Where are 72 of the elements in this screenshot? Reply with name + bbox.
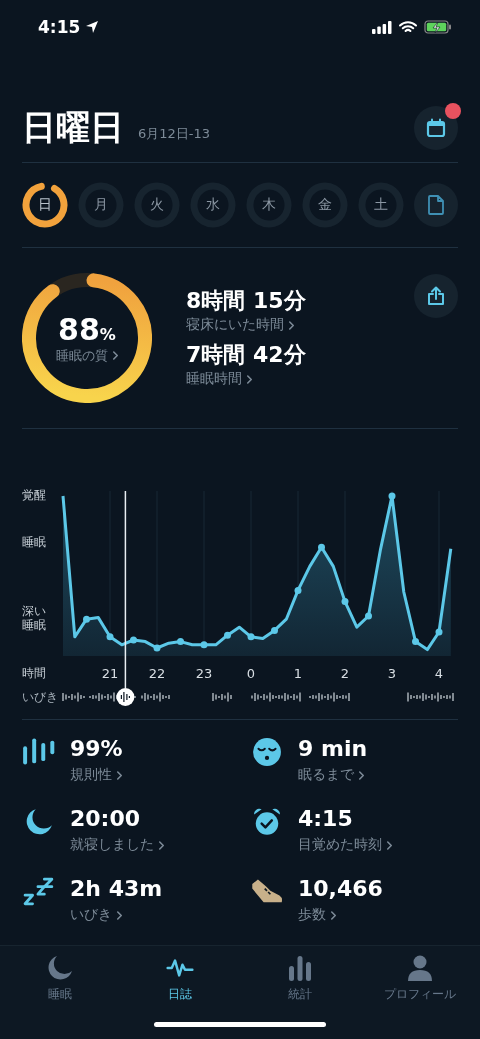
document-icon (428, 195, 444, 215)
wifi-icon (399, 20, 417, 34)
signal-icon (372, 20, 392, 34)
bars-icon (22, 737, 56, 767)
zzz-icon (22, 877, 56, 907)
stat-link[interactable]: 就寝しました (70, 836, 165, 854)
chevron-icon (116, 769, 123, 781)
calendar-button[interactable] (414, 106, 458, 150)
quality-unit: % (99, 324, 116, 344)
day-title: 日曜日 (22, 106, 124, 149)
moon-icon (46, 954, 74, 982)
chevron-icon (330, 909, 337, 921)
date-range: 6月12日-13 (138, 125, 211, 143)
chevron-icon (386, 839, 393, 851)
stat-value: 99% (70, 735, 123, 763)
tab-bar-item[interactable]: 統計 (240, 954, 360, 1003)
day-tab[interactable]: 火 (134, 182, 180, 228)
tab-bar-item[interactable]: 睡眠 (0, 954, 120, 1003)
chevron-icon (158, 839, 165, 851)
chevron-icon (358, 769, 365, 781)
stat-value: 2h 43m (70, 875, 163, 903)
chevron-icon (111, 350, 119, 361)
metric-value: 7時間 42分 (186, 341, 306, 369)
playhead-handle[interactable] (116, 490, 135, 706)
chevron-icon (116, 909, 123, 921)
axis-label: 覚醒 (22, 489, 47, 503)
tick-label: 3 (387, 665, 397, 681)
quality-link[interactable]: 睡眠の質 (55, 346, 119, 365)
tick-label: 21 (101, 665, 119, 681)
axis-title: 時間 (22, 664, 46, 682)
status-time: 4:15 (38, 17, 81, 37)
metric-link[interactable]: 寝床にいた時間 (186, 316, 295, 334)
tick-label: 0 (246, 665, 256, 681)
tick-label: 23 (195, 665, 213, 681)
location-arrow-icon (85, 20, 100, 34)
calendar-icon (426, 118, 446, 138)
day-tab[interactable]: 日 (22, 182, 68, 228)
stat-value: 4:15 (298, 805, 354, 833)
axis-label: 深い睡眠 (22, 605, 47, 633)
share-icon (427, 286, 445, 306)
report-button[interactable] (414, 183, 458, 227)
tab-bar-item[interactable]: プロフィール (360, 954, 480, 1003)
day-tab[interactable]: 土 (358, 182, 404, 228)
tick-label: 22 (148, 665, 166, 681)
tick-label: 1 (293, 665, 303, 681)
stat-link[interactable]: 規則性 (70, 766, 123, 784)
day-tab[interactable]: 木 (246, 182, 292, 228)
chevron-icon (288, 319, 295, 331)
tick-label: 4 (434, 665, 444, 681)
metric-link[interactable]: 睡眠時間 (186, 370, 253, 388)
stat-value: 9 min (298, 735, 368, 763)
tab-bar-item[interactable]: 日誌 (120, 954, 240, 1003)
chevron-icon (246, 373, 253, 385)
bar-chart-icon (286, 954, 314, 982)
stat-link[interactable]: 歩数 (298, 906, 337, 924)
day-tab[interactable]: 月 (78, 182, 124, 228)
metric-value: 8時間 15分 (186, 287, 306, 315)
stat-value: 10,466 (298, 875, 383, 903)
stat-value: 20:00 (70, 805, 142, 833)
axis-label: 睡眠 (22, 536, 47, 550)
day-tab[interactable]: 金 (302, 182, 348, 228)
stat-link[interactable]: いびき (70, 906, 123, 924)
sleepy-face-icon (250, 737, 284, 767)
stat-link[interactable]: 眠るまで (298, 766, 365, 784)
day-tab[interactable]: 水 (190, 182, 236, 228)
track-label: いびき (22, 688, 58, 706)
person-icon (406, 954, 434, 982)
tick-label: 2 (340, 665, 350, 681)
share-button[interactable] (414, 274, 458, 318)
battery-charging-icon (424, 20, 452, 34)
quality-value: 88 (58, 311, 100, 347)
stat-link[interactable]: 目覚めた時刻 (298, 836, 393, 854)
